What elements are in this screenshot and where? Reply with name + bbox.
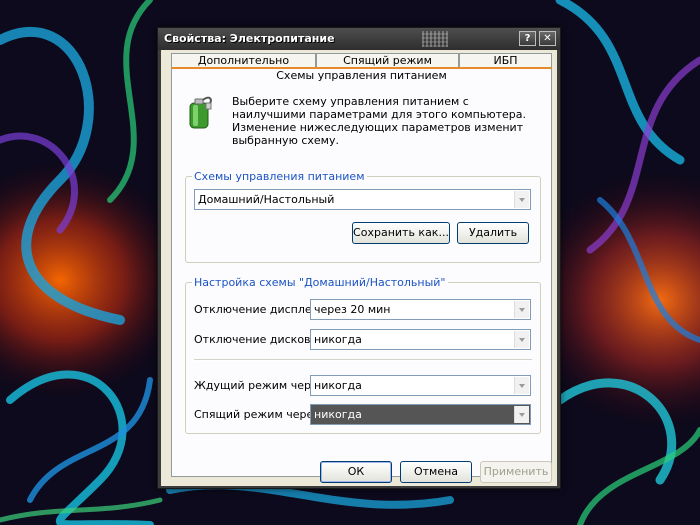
title-bar-grip-decoration: [422, 31, 448, 47]
power-scheme-value: Домашний/Настольный: [198, 193, 335, 206]
power-battery-icon: [189, 96, 212, 129]
title-bar[interactable]: Свойства: Электропитание ? ✕: [158, 28, 560, 50]
dialog-client-area: Дополнительно Спящий режим ИБП Схемы упр…: [161, 50, 557, 486]
power-scheme-select[interactable]: Домашний/Настольный: [194, 189, 531, 210]
chevron-down-icon[interactable]: [514, 191, 529, 208]
power-schemes-legend: Схемы управления питанием: [192, 170, 367, 183]
chevron-down-icon[interactable]: [514, 331, 529, 348]
chevron-down-icon[interactable]: [514, 377, 529, 394]
apply-button[interactable]: Применить: [480, 461, 552, 483]
help-button[interactable]: ?: [519, 31, 536, 46]
tab-power-schemes[interactable]: Схемы управления питанием: [171, 67, 552, 85]
scheme-settings-group: Настройка схемы "Домашний/Настольный" От…: [185, 276, 541, 434]
ok-button[interactable]: ОК: [320, 461, 392, 483]
scheme-settings-legend: Настройка схемы "Домашний/Настольный": [192, 276, 448, 289]
display-off-value: через 20 мин: [314, 303, 391, 316]
hibernate-select[interactable]: никогда: [310, 404, 531, 425]
power-schemes-group: Схемы управления питанием Домашний/Насто…: [185, 170, 541, 263]
disks-off-value: никогда: [314, 333, 362, 346]
intro-description: Выберите схему управления питанием с наи…: [232, 95, 527, 147]
standby-select[interactable]: никогда: [310, 375, 531, 396]
settings-divider: [194, 359, 532, 361]
chevron-down-icon[interactable]: [514, 301, 529, 318]
standby-value: никогда: [314, 379, 362, 392]
display-off-select[interactable]: через 20 мин: [310, 299, 531, 320]
save-as-button[interactable]: Сохранить как...: [352, 222, 450, 244]
window-title: Свойства: Электропитание: [164, 32, 335, 45]
delete-button[interactable]: Удалить: [457, 222, 529, 244]
hibernate-label: Спящий режим через:: [194, 408, 323, 421]
close-button[interactable]: ✕: [539, 31, 556, 46]
standby-label: Ждущий режим через:: [194, 379, 328, 392]
hibernate-value: никогда: [314, 408, 362, 421]
disks-off-label: Отключение дисков:: [194, 333, 315, 346]
tab-panel-power-schemes: Выберите схему управления питанием с наи…: [171, 84, 552, 477]
cancel-button[interactable]: Отмена: [400, 461, 472, 483]
disks-off-select[interactable]: никогда: [310, 329, 531, 350]
chevron-down-icon[interactable]: [514, 406, 529, 423]
power-properties-window: Свойства: Электропитание ? ✕ Дополнитель…: [157, 27, 561, 489]
display-off-label: Отключение дисплея:: [194, 303, 322, 316]
